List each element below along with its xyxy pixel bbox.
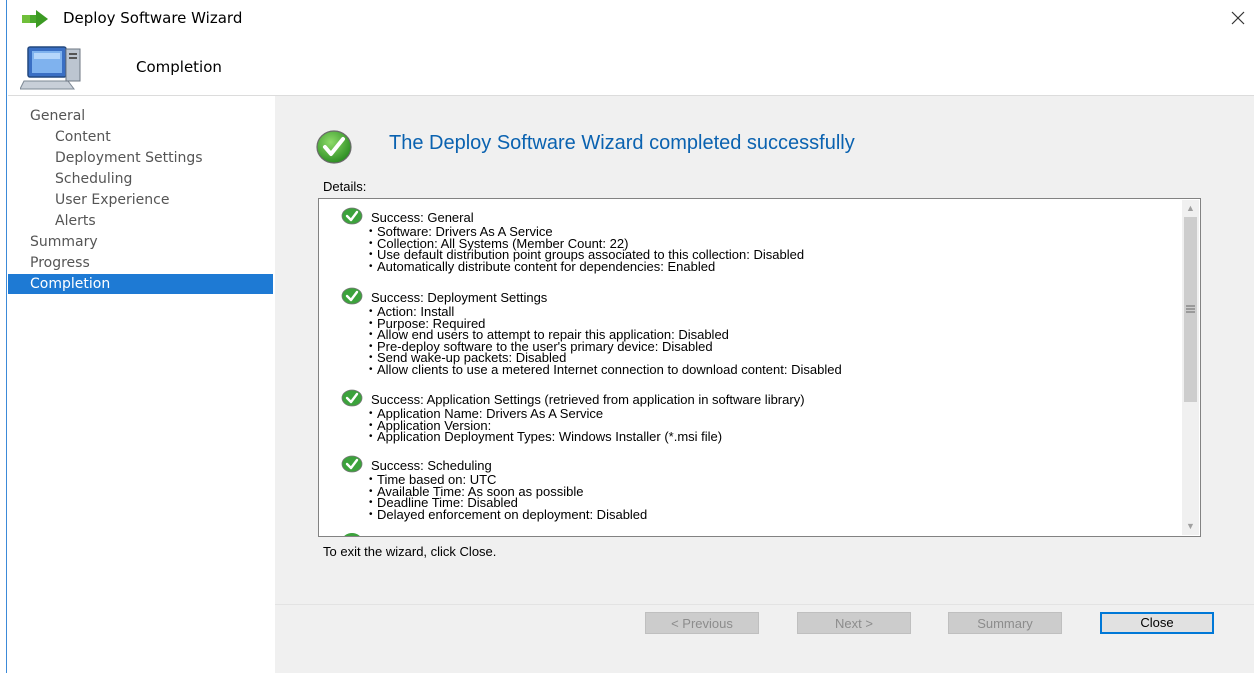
- sidebar-item-label: Completion: [30, 276, 111, 292]
- sidebar-item-deployment-settings[interactable]: Deployment Settings: [8, 148, 273, 168]
- details-scrollbar[interactable]: ▲ ▼: [1182, 200, 1199, 535]
- sidebar-item-label: Progress: [30, 255, 90, 271]
- sidebar-item-label: Summary: [30, 234, 98, 250]
- sidebar-item-label: Deployment Settings: [55, 150, 203, 166]
- page-title: Completion: [136, 58, 222, 76]
- scroll-up-arrow-icon[interactable]: ▲: [1182, 200, 1199, 217]
- details-textbox[interactable]: Success: General Software: Drivers As A …: [318, 198, 1201, 537]
- sidebar-item-progress[interactable]: Progress: [8, 253, 273, 273]
- detail-line: Automatically distribute content for dep…: [369, 260, 804, 272]
- close-window-icon[interactable]: [1226, 6, 1250, 30]
- detail-line: Delayed enforcement on deployment: Disab…: [369, 508, 647, 520]
- wizard-sidebar: General Content Deployment Settings Sche…: [8, 96, 275, 673]
- grip-icon: [1186, 305, 1195, 313]
- detail-line: Application Deployment Types: Windows In…: [369, 430, 722, 442]
- next-button[interactable]: Next >: [797, 612, 911, 634]
- sidebar-item-completion[interactable]: Completion: [8, 274, 273, 294]
- success-check-icon: [341, 455, 363, 473]
- scroll-down-arrow-icon[interactable]: ▼: [1182, 518, 1199, 535]
- sidebar-item-alerts[interactable]: Alerts: [8, 211, 273, 231]
- success-check-icon: [341, 287, 363, 305]
- success-check-icon: [341, 389, 363, 407]
- details-content: Success: General Software: Drivers As A …: [319, 199, 1197, 536]
- wizard-main-panel: The Deploy Software Wizard completed suc…: [275, 96, 1254, 673]
- section-scheduling: Success: Scheduling Time based on: UTC A…: [341, 455, 647, 520]
- wizard-header: Completion: [8, 38, 1254, 95]
- section-deployment-settings: Success: Deployment Settings Action: Ins…: [341, 287, 842, 375]
- summary-button[interactable]: Summary: [948, 612, 1062, 634]
- wizard-arrow-icon: [22, 10, 48, 28]
- close-button[interactable]: Close: [1100, 612, 1214, 634]
- sidebar-item-label: Scheduling: [55, 171, 133, 187]
- sidebar-item-label: Content: [55, 129, 111, 145]
- details-label: Details:: [323, 179, 367, 194]
- sidebar-item-label: General: [30, 108, 86, 124]
- previous-button[interactable]: < Previous: [645, 612, 759, 634]
- sidebar-item-label: User Experience: [55, 192, 170, 208]
- sidebar-item-general[interactable]: General: [8, 106, 273, 126]
- sidebar-item-user-experience[interactable]: User Experience: [8, 190, 273, 210]
- window-left-border: [0, 0, 7, 673]
- footer-divider: [275, 604, 1254, 605]
- success-check-icon: [344, 533, 360, 536]
- completion-heading: The Deploy Software Wizard completed suc…: [389, 132, 855, 154]
- success-check-icon: [316, 130, 352, 164]
- detail-line: Allow clients to use a metered Internet …: [369, 363, 842, 375]
- exit-instructions: To exit the wizard, click Close.: [323, 544, 497, 559]
- sidebar-item-scheduling[interactable]: Scheduling: [8, 169, 273, 189]
- sidebar-item-label: Alerts: [55, 213, 96, 229]
- window-title: Deploy Software Wizard: [63, 9, 243, 27]
- section-application-settings: Success: Application Settings (retrieved…: [341, 389, 805, 443]
- success-check-icon: [341, 207, 363, 225]
- section-general: Success: General Software: Drivers As A …: [341, 207, 804, 272]
- sidebar-item-summary[interactable]: Summary: [8, 232, 273, 252]
- sidebar-item-content[interactable]: Content: [8, 127, 273, 147]
- title-bar: Deploy Software Wizard: [8, 0, 1254, 38]
- computer-icon: [20, 46, 81, 90]
- scrollbar-thumb[interactable]: [1184, 217, 1197, 402]
